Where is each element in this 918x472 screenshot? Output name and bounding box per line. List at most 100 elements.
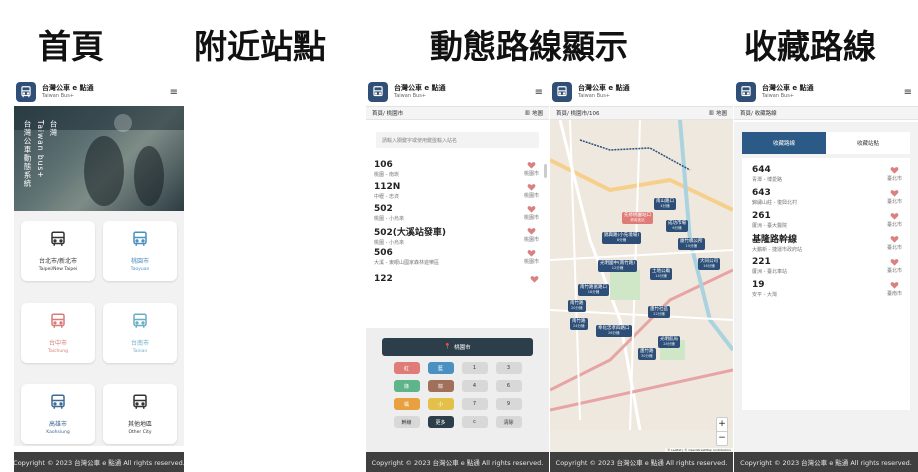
city-card[interactable]: 台南市 Tainan <box>103 302 177 363</box>
keypad-key[interactable]: 更多 <box>427 416 454 428</box>
hamburger-menu-icon[interactable]: ≡ <box>904 87 912 98</box>
route-item[interactable]: 106 桃園 - 南崁 桃園市 <box>374 158 539 180</box>
city-card[interactable]: 台北市/新北市 Taipei/New Taipei <box>21 221 95 281</box>
app-subtitle: Taiwan Bus+ <box>42 93 74 99</box>
scrollbar[interactable] <box>544 164 547 178</box>
city-card[interactable]: 其他地區 Other City <box>103 384 177 445</box>
heart-icon[interactable] <box>890 212 899 220</box>
bus-stop-marker[interactable]: 南竹路富路口 18分鐘 <box>578 284 609 296</box>
heart-icon[interactable] <box>890 281 899 289</box>
breadcrumb-text[interactable]: 首頁/ 桃園市/106 <box>556 109 599 117</box>
city-select-label: 桃園市 <box>454 345 471 351</box>
bus-logo-icon[interactable] <box>368 82 388 102</box>
route-item[interactable]: 122 <box>374 268 539 290</box>
keypad-key[interactable]: 6 <box>495 380 522 392</box>
bus-stop-marker[interactable]: 南竹路 20分鐘 <box>568 300 586 312</box>
bus-icon <box>49 230 67 256</box>
keypad-key[interactable]: 橘 <box>393 398 420 410</box>
bus-stop-marker[interactable]: 光明航局 28分鐘 <box>658 336 680 348</box>
bus-logo-icon[interactable] <box>736 82 756 102</box>
keypad-key[interactable]: 清除 <box>495 416 522 428</box>
map-toggle[interactable]: ▥ 地圖 <box>525 109 543 117</box>
bus-icon <box>49 393 67 419</box>
keypad-key[interactable]: 紅 <box>393 362 420 374</box>
heart-icon[interactable] <box>527 249 536 257</box>
favorite-route-item[interactable]: 221 厦洲 - 臺北車站 臺北市 <box>752 254 902 277</box>
route-item[interactable]: 502(大溪站發車) 桃園 - 小烏來 桃園市 <box>374 224 539 246</box>
heart-icon[interactable] <box>527 205 536 213</box>
bus-stop-marker[interactable]: 廈竹橋公所 10分鐘 <box>678 238 705 250</box>
city-card[interactable]: 高雄市 Kaohsiung <box>21 384 95 445</box>
city-name: 台北市/新北市 <box>38 258 78 265</box>
route-city: 桃園市 <box>523 259 539 265</box>
heart-icon[interactable] <box>890 166 899 174</box>
route-map[interactable]: 南山路口 4分鐘 先修桃園站口 即將進站 成功市場 6分鐘 錦興路(小先境場) 8分鐘 … <box>550 120 733 452</box>
favorite-route-item[interactable]: 644 青潭 - 博愛路 臺北市 <box>752 162 902 185</box>
bus-logo-icon[interactable] <box>16 82 36 102</box>
heart-icon[interactable] <box>527 227 536 235</box>
search-input[interactable]: 請輸入關鍵字或使用鍵盤輸入站名 <box>376 132 539 148</box>
bus-stop-marker[interactable]: 大同公司 16分鐘 <box>698 258 720 270</box>
route-item[interactable]: 502 桃園 - 小烏來 桃園市 <box>374 202 539 224</box>
favorite-route-item[interactable]: 基隆路幹線 大鵬新 - 捷運市政府站 臺北市 <box>752 231 902 254</box>
bus-stop-marker[interactable]: 蘆竹路 30分鐘 <box>638 348 656 360</box>
section-title-home: 首頁 <box>38 27 104 66</box>
bus-stop-marker[interactable]: 錦興路(小先境場) 8分鐘 <box>602 232 642 244</box>
route-desc: 厦洲 - 臺大醫院 <box>752 222 787 229</box>
keypad-key[interactable]: c <box>461 416 488 428</box>
bus-stop-marker[interactable]: 奉化忠孝四路口 26分鐘 <box>596 325 632 337</box>
app-subtitle: Taiwan Bus+ <box>578 93 610 99</box>
bus-stop-marker[interactable]: 土地公廟 14分鐘 <box>650 268 672 280</box>
route-item[interactable]: 112N 中壢 - 忠貞 桃園市 <box>374 180 539 202</box>
city-card[interactable]: 台中市 Taichung <box>21 302 95 363</box>
route-city: 臺南市 <box>886 290 902 297</box>
breadcrumb-text[interactable]: 首頁/ 桃園市 <box>372 109 403 117</box>
bus-logo-icon[interactable] <box>552 82 572 102</box>
app-subtitle: Taiwan Bus+ <box>762 93 794 99</box>
favorite-route-item[interactable]: 261 厦洲 - 臺大醫院 臺北市 <box>752 208 902 231</box>
bus-stop-marker[interactable]: 蘆竹社區 22分鐘 <box>648 306 670 318</box>
bus-icon <box>49 312 67 338</box>
map-toggle[interactable]: ▥ 地圖 <box>709 109 727 117</box>
app-header: 台灣公車 e 點通 Taiwan Bus+ ≡ <box>14 78 184 106</box>
route-number: 502 <box>374 204 393 214</box>
route-desc: 錦繡山莊 - 復興北村 <box>752 199 797 206</box>
city-select-button[interactable]: 📍 桃園市 <box>382 338 533 356</box>
favorites-body: 收藏路線 收藏站點 644 青潭 - 博愛路 臺北市 643 錦繡山莊 - 復興北村 臺北… <box>734 122 918 452</box>
hamburger-menu-icon[interactable]: ≡ <box>170 87 178 98</box>
city-name: 桃園市 <box>130 258 149 265</box>
hamburger-menu-icon[interactable]: ≡ <box>535 87 543 98</box>
heart-icon[interactable] <box>890 258 899 266</box>
keypad-key[interactable]: 9 <box>495 398 522 410</box>
zoom-in-icon[interactable]: + <box>717 418 727 432</box>
bus-stop-marker[interactable]: 光明國中(南竹路) 12分鐘 <box>598 260 638 272</box>
keypad-key[interactable]: 棕 <box>427 380 454 392</box>
tab-favorite-stops[interactable]: 收藏站點 <box>826 132 910 154</box>
route-number: 122 <box>374 273 393 284</box>
favorite-route-item[interactable]: 643 錦繡山莊 - 復興北村 臺北市 <box>752 185 902 208</box>
keypad-key[interactable]: 小 <box>427 398 454 410</box>
heart-icon[interactable] <box>890 235 899 243</box>
heart-icon[interactable] <box>527 161 536 169</box>
keypad-key[interactable]: 藍 <box>427 362 454 374</box>
heart-icon[interactable] <box>890 189 899 197</box>
breadcrumb-text[interactable]: 首頁/ 收藏路線 <box>740 109 777 117</box>
heart-icon[interactable] <box>530 275 539 283</box>
city-card[interactable]: 桃園市 Taoyuan <box>103 221 177 281</box>
zoom-out-icon[interactable]: − <box>717 432 727 445</box>
bus-stop-marker[interactable]: 南山路口 4分鐘 <box>654 198 676 210</box>
keypad-key[interactable]: 1 <box>461 362 488 374</box>
tab-favorite-routes[interactable]: 收藏路線 <box>742 132 826 154</box>
route-city: 臺北市 <box>886 198 902 205</box>
route-item[interactable]: 506 大溪 - 東眼山國家森林遊樂區 桃園市 <box>374 246 539 268</box>
keypad-key[interactable]: 綠 <box>393 380 420 392</box>
keypad-key[interactable]: 幹線 <box>393 416 420 428</box>
bus-stop-marker[interactable]: 南竹路 24分鐘 <box>570 318 588 330</box>
keypad-key[interactable]: 4 <box>461 380 488 392</box>
bus-stop-marker[interactable]: 先修桃園站口 即將進站 <box>622 212 653 224</box>
keypad-key[interactable]: 7 <box>461 398 488 410</box>
bus-stop-marker[interactable]: 成功市場 6分鐘 <box>666 220 688 232</box>
heart-icon[interactable] <box>527 183 536 191</box>
keypad-key[interactable]: 3 <box>495 362 522 374</box>
favorite-route-item[interactable]: 19 安平 - 大灣 臺南市 <box>752 277 902 300</box>
